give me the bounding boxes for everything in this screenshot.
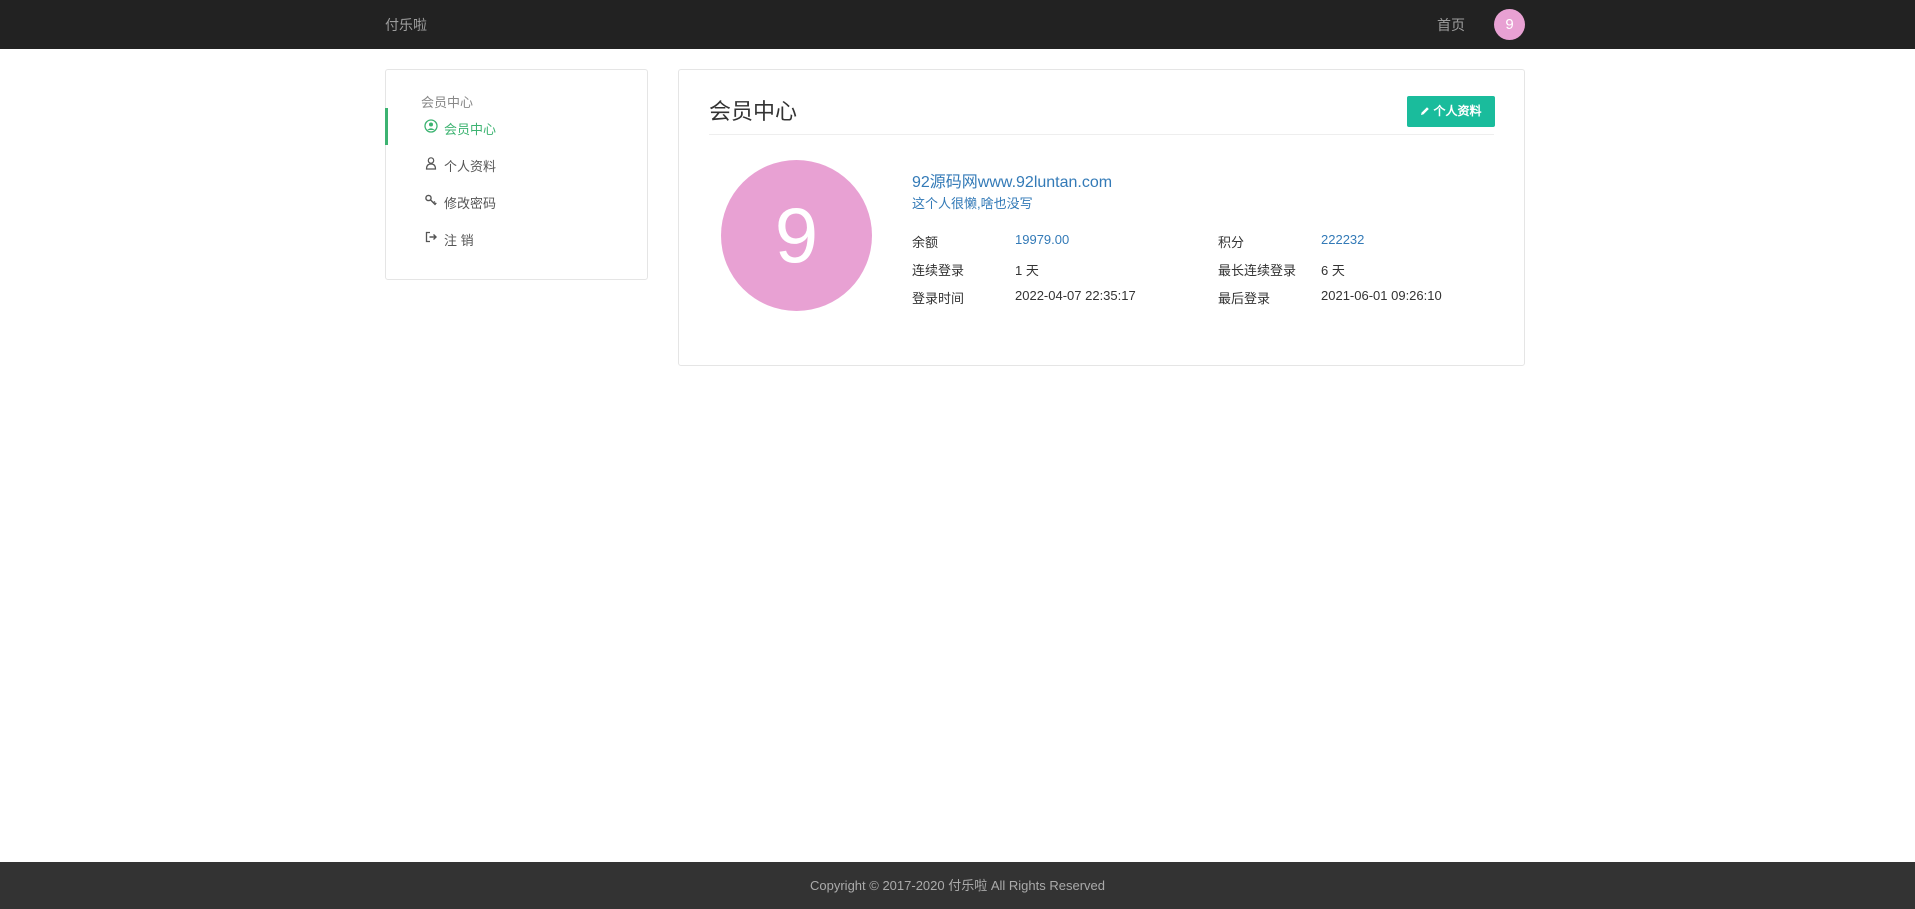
signature-text: 这个人很懒,啥也没写: [912, 196, 1033, 211]
top-navbar: 付乐啦 首页 9: [0, 0, 1915, 49]
balance-label: 余额: [912, 235, 939, 250]
last-login-value: 2021-06-01 09:26:10: [1321, 288, 1442, 303]
key-icon: [424, 193, 438, 207]
user-avatar[interactable]: 9: [1494, 9, 1525, 40]
profile-button-label: 个人资料: [1433, 104, 1482, 118]
brand-link[interactable]: 付乐啦: [385, 15, 427, 35]
longest-login-value: 6 天: [1321, 263, 1345, 278]
consecutive-login-value: 1 天: [1015, 263, 1039, 278]
copyright-text: Copyright © 2017-2020 付乐啦 All Rights Res…: [810, 878, 1105, 893]
last-login-label: 最后登录: [1218, 291, 1271, 306]
login-time-label: 登录时间: [912, 291, 965, 306]
points-value[interactable]: 222232: [1321, 232, 1364, 247]
sidebar-item-change-password[interactable]: 修改密码: [386, 182, 647, 219]
profile-button[interactable]: 个人资料: [1407, 96, 1495, 127]
sidebar-item-profile[interactable]: 个人资料: [386, 145, 647, 182]
sidebar-item-label: 注 销: [444, 233, 474, 248]
points-label: 积分: [1218, 235, 1245, 250]
sidebar: 会员中心 会员中心 个人资料 修改密码 注 销: [385, 69, 648, 280]
sidebar-item-logout[interactable]: 注 销: [386, 219, 647, 256]
home-link[interactable]: 首页: [1437, 15, 1465, 35]
user-circle-icon: [424, 119, 438, 133]
page-title: 会员中心: [709, 99, 798, 124]
member-center-panel: 会员中心 个人资料 9 92源码网www.92luntan.com 这个人很懒,…: [678, 69, 1525, 366]
sidebar-item-label: 会员中心: [444, 122, 497, 137]
user-icon: [424, 156, 438, 170]
pencil-icon: [1421, 107, 1430, 115]
footer: Copyright © 2017-2020 付乐啦 All Rights Res…: [0, 862, 1915, 909]
consecutive-login-label: 连续登录: [912, 263, 965, 278]
balance-value[interactable]: 19979.00: [1015, 232, 1069, 247]
login-time-value: 2022-04-07 22:35:17: [1015, 288, 1136, 303]
sign-out-icon: [424, 230, 438, 244]
sidebar-item-member-center[interactable]: 会员中心: [385, 108, 647, 145]
sidebar-item-label: 修改密码: [444, 196, 497, 211]
username-link[interactable]: 92源码网www.92luntan.com: [912, 168, 1112, 192]
divider: [709, 134, 1494, 135]
sidebar-item-label: 个人资料: [444, 159, 497, 174]
profile-avatar: 9: [721, 160, 872, 311]
longest-login-label: 最长连续登录: [1218, 263, 1297, 278]
